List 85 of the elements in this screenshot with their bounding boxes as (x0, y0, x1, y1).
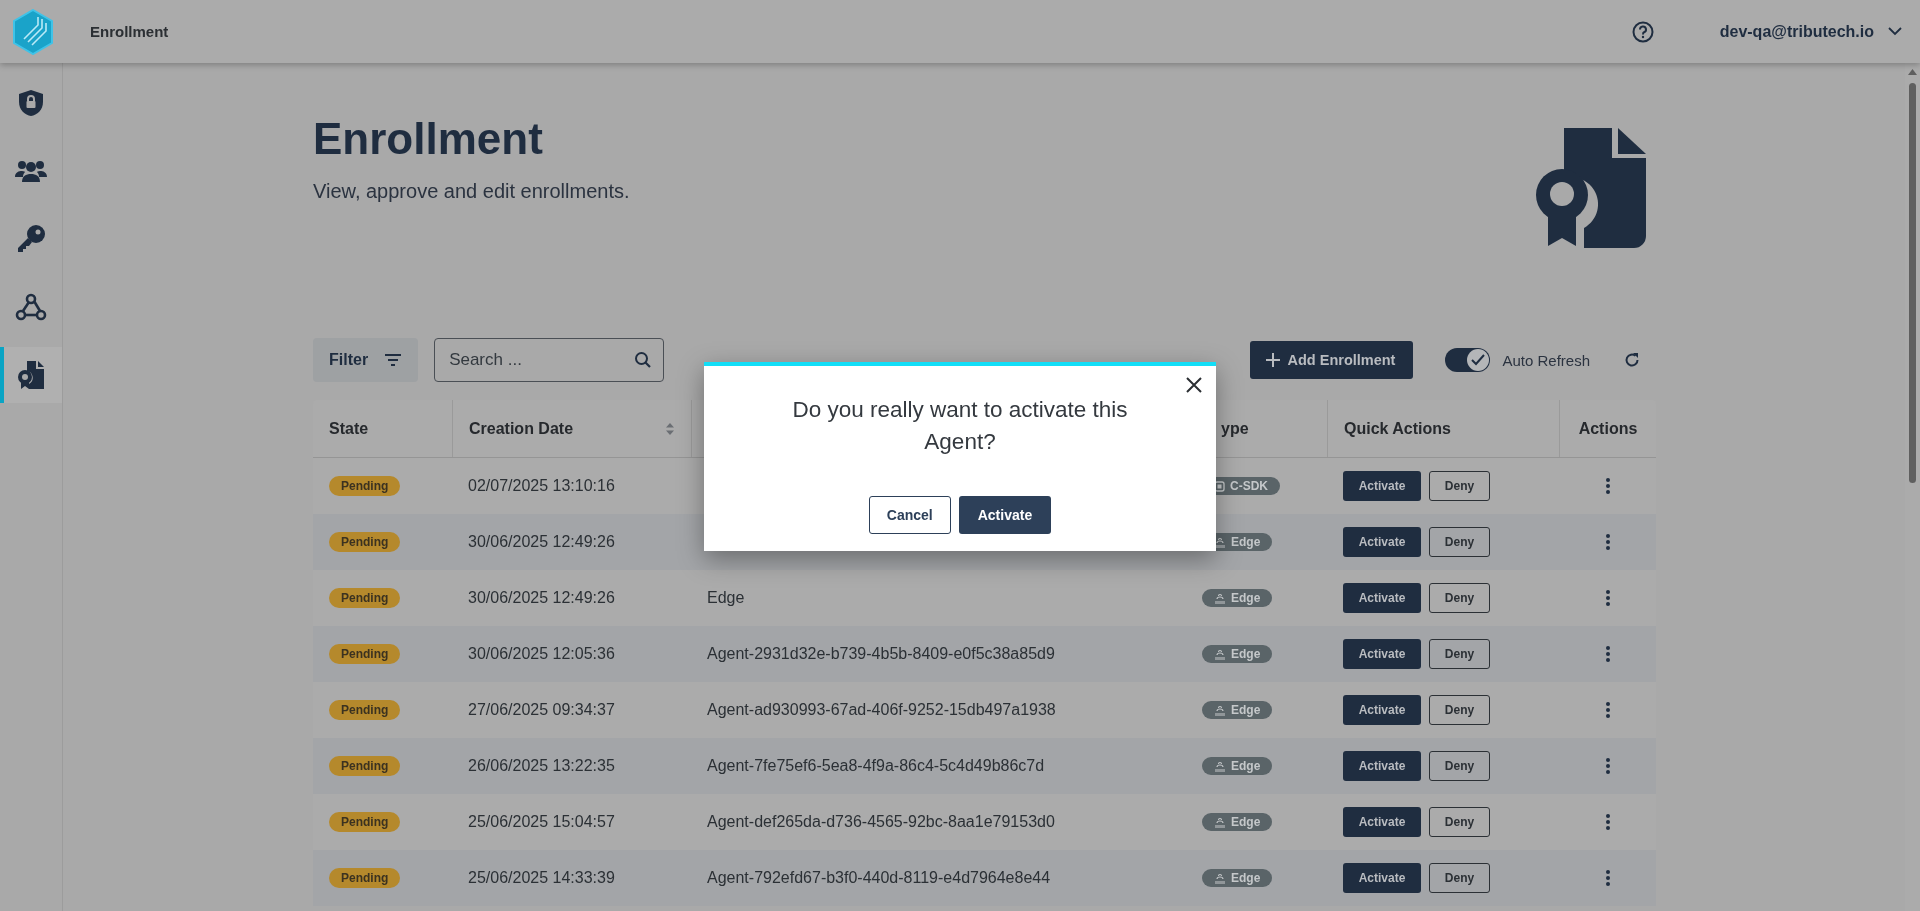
activate-button[interactable]: Activate (1343, 751, 1421, 781)
activate-button[interactable]: Activate (1343, 863, 1421, 893)
more-icon[interactable] (1605, 758, 1610, 774)
column-header[interactable]: Creation Date (469, 419, 574, 438)
activate-button[interactable]: Activate (1343, 807, 1421, 837)
activate-button[interactable]: Activate (1343, 639, 1421, 669)
status-badge: Pending (329, 588, 401, 608)
refresh-icon[interactable] (1624, 352, 1640, 368)
type-badge: Edge (1202, 813, 1273, 831)
scrollbar-thumb[interactable] (1909, 83, 1916, 483)
status-badge: Pending (329, 868, 401, 888)
deny-button[interactable]: Deny (1429, 695, 1490, 725)
status-badge: Pending (329, 532, 401, 552)
deny-button[interactable]: Deny (1429, 639, 1490, 669)
status-badge: Pending (329, 700, 401, 720)
activate-button[interactable]: Activate (1343, 471, 1421, 501)
app-title: Enrollment (90, 23, 169, 40)
more-icon[interactable] (1605, 814, 1610, 830)
type-badge: Edge (1202, 757, 1273, 775)
page-title: Enrollment (313, 113, 544, 165)
table-cell: 30/06/2025 12:49:26 (468, 533, 615, 551)
status-badge: Pending (329, 476, 401, 496)
scroll-up-icon[interactable] (1908, 69, 1917, 75)
deny-button[interactable]: Deny (1429, 583, 1490, 613)
close-icon[interactable] (1186, 377, 1202, 393)
more-icon[interactable] (1605, 534, 1610, 550)
deny-button[interactable]: Deny (1429, 807, 1490, 837)
table-cell: Agent-792efd67-b3f0-440d-8119-e4d7964e8e44 (707, 869, 1051, 887)
table-cell: Edge (707, 589, 745, 607)
page-subtitle: View, approve and edit enrollments. (313, 179, 630, 203)
type-badge: Edge (1202, 701, 1273, 719)
plus-icon (1265, 353, 1280, 367)
deny-button[interactable]: Deny (1429, 471, 1490, 501)
activate-button[interactable]: Activate (1343, 695, 1421, 725)
table-cell: 30/06/2025 12:49:26 (468, 589, 615, 607)
activate-button[interactable]: Activate (1343, 527, 1421, 557)
status-badge: Pending (329, 644, 401, 664)
shield-lock-icon (18, 89, 44, 117)
chevron-down-icon[interactable] (1888, 27, 1902, 36)
status-badge: Pending (329, 812, 401, 832)
table-cell: Agent-ad930993-67ad-406f-9252-15db497a1938 (707, 701, 1056, 719)
activate-button[interactable]: Activate (1343, 583, 1421, 613)
table-cell: 26/06/2025 13:22:35 (468, 757, 615, 775)
more-icon[interactable] (1605, 870, 1610, 886)
deny-button[interactable]: Deny (1429, 863, 1490, 893)
table-cell: 27/06/2025 09:34:37 (468, 701, 615, 719)
cancel-button[interactable]: Cancel (868, 496, 951, 534)
people-icon (15, 159, 47, 183)
filter-button[interactable]: Filter (313, 338, 419, 382)
table-cell: 02/07/2025 13:10:16 (468, 477, 615, 495)
deny-button[interactable]: Deny (1429, 751, 1490, 781)
column-header: Actions (1578, 419, 1638, 438)
certificate-icon (16, 360, 46, 390)
more-icon[interactable] (1605, 590, 1610, 606)
table-cell: Agent-def265da-d736-4565-92bc-8aa1e79153d0 (707, 813, 1055, 831)
auto-refresh-toggle[interactable] (1445, 348, 1491, 372)
dialog-message: Do you really want to activate this Agent? (791, 396, 1129, 456)
deny-button[interactable]: Deny (1429, 527, 1490, 557)
more-icon[interactable] (1605, 702, 1610, 718)
table-cell: 30/06/2025 12:05:36 (468, 645, 615, 663)
add-enrollment-button[interactable]: Add Enrollment (1249, 341, 1414, 379)
search-field[interactable]: Search ... (434, 338, 665, 382)
more-icon[interactable] (1605, 646, 1610, 662)
search-icon[interactable] (634, 351, 653, 369)
sidebar-item[interactable] (0, 347, 62, 403)
type-badge: Edge (1202, 589, 1273, 607)
key-icon (16, 224, 46, 254)
user-menu[interactable]: dev-qa@tributech.io (1719, 22, 1874, 41)
help-icon[interactable] (1631, 20, 1654, 43)
webhook-icon (15, 292, 47, 322)
auto-refresh-label: Auto Refresh (1502, 351, 1590, 369)
table-cell: Agent-2931d32e-b739-4b5b-8409-e0f5c38a85d9 (707, 645, 1055, 663)
column-header: ype (1221, 419, 1249, 438)
status-badge: Pending (329, 756, 401, 776)
table-cell: Agent-7fe75ef6-5ea8-4f9a-86c4-5c4d49b86c7d (707, 757, 1045, 775)
check-icon (1471, 354, 1486, 366)
more-icon[interactable] (1605, 478, 1610, 494)
column-header: Quick Actions (1344, 419, 1451, 438)
filter-icon (384, 353, 403, 367)
type-badge: Edge (1202, 869, 1273, 887)
confirm-button[interactable]: Activate (958, 496, 1052, 534)
column-header: State (329, 419, 369, 438)
table-cell: 25/06/2025 15:04:57 (468, 813, 615, 831)
type-badge: Edge (1202, 645, 1273, 663)
table-cell: 25/06/2025 14:33:39 (468, 869, 615, 887)
